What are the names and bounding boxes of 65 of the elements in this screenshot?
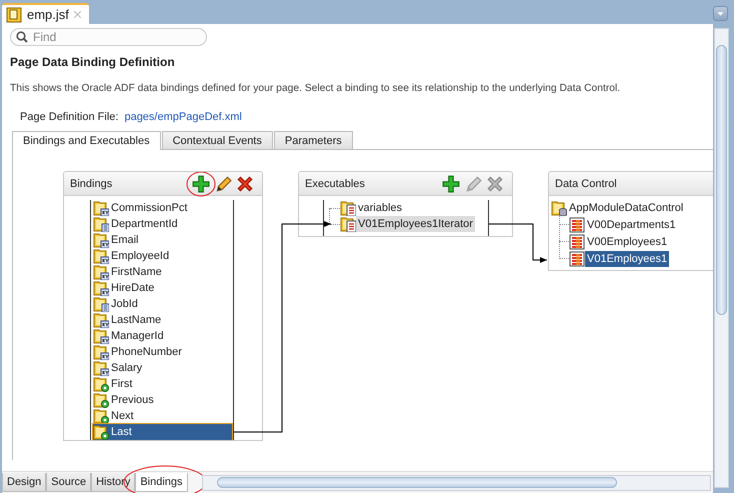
tab[interactable]: Parameters (274, 131, 353, 149)
field-label: Page Definition File: (20, 111, 118, 123)
table-icon (569, 216, 585, 232)
data-control-root[interactable]: AppModuleDataControl (567, 200, 686, 216)
binding-item[interactable]: DepartmentId (93, 216, 232, 232)
pencil-icon[interactable] (214, 174, 232, 192)
view-tab[interactable]: Source (46, 473, 92, 492)
page-heading: Page Data Binding Definition (10, 55, 176, 69)
table-icon (569, 234, 585, 250)
page-definition-link[interactable]: pages/empPageDef.xml (124, 111, 242, 123)
binding-item[interactable]: PhoneNumber (93, 344, 232, 360)
data-control-item[interactable]: V00Departments1 (585, 216, 678, 232)
tab-title: emp.jsf (27, 7, 69, 22)
binding-item[interactable]: First (93, 376, 232, 392)
add-icon[interactable] (192, 174, 210, 192)
binding-item[interactable]: Previous (93, 392, 232, 408)
data-control-item[interactable]: V01Employees1 (585, 250, 670, 266)
editor-tab[interactable]: emp.jsf (2, 3, 89, 24)
folder-page-icon (340, 200, 356, 216)
binding-item[interactable]: ManagerId (93, 328, 232, 344)
binding-item[interactable]: FirstName (93, 264, 232, 280)
folder-page-icon (340, 216, 356, 232)
executable-item[interactable]: V01Employees1Iterator (356, 216, 475, 232)
description-text: This shows the Oracle ADF data bindings defined for your page. Select a binding to see its relationship to the underlying Data Control. (10, 83, 622, 94)
table-icon (569, 250, 585, 266)
binding-item[interactable]: HireDate (93, 280, 232, 296)
binding-item[interactable]: CommissionPct (93, 200, 232, 216)
search-icon (16, 31, 28, 43)
tab[interactable]: Bindings and Executables (12, 131, 161, 150)
page-icon (6, 6, 22, 22)
data-control-item[interactable]: V00Employees1 (585, 234, 670, 250)
add-icon[interactable] (442, 174, 460, 192)
view-tab[interactable]: Bindings (135, 473, 188, 492)
search-field[interactable]: Find (10, 28, 207, 46)
folder-xy-icon (93, 232, 109, 248)
binding-item[interactable]: JobId (93, 296, 232, 312)
binding-item[interactable]: Last (93, 424, 232, 440)
folder-gear-icon (93, 408, 109, 424)
view-tab[interactable]: Design (2, 473, 46, 492)
folder-xy-icon (93, 280, 109, 296)
panel-title: Data Control (555, 178, 618, 190)
folder-database-icon (551, 200, 567, 216)
folder-xy-icon (93, 344, 109, 360)
folder-gear-icon (93, 392, 109, 408)
tab[interactable]: Contextual Events (162, 131, 273, 149)
folder-xy-icon (93, 312, 109, 328)
delete-icon[interactable] (236, 174, 254, 192)
binding-item[interactable]: Salary (93, 360, 232, 376)
folder-xy-icon (93, 200, 109, 216)
executable-item[interactable]: variables (356, 200, 404, 216)
binding-item[interactable]: EmployeeId (93, 248, 232, 264)
dropdown-icon[interactable] (713, 6, 728, 21)
binding-item[interactable]: Email (93, 232, 232, 248)
binding-item[interactable]: LastName (93, 312, 232, 328)
folder-gear-icon (93, 376, 109, 392)
folder-xy-icon (93, 264, 109, 280)
folder-list-icon (93, 216, 109, 232)
connector-arrow (488, 224, 548, 263)
close-icon[interactable] (74, 11, 81, 18)
folder-list-icon (93, 296, 109, 312)
panel-title: Executables (305, 178, 366, 190)
folder-xy-icon (93, 248, 109, 264)
panel-title: Bindings (70, 178, 114, 190)
folder-xy-icon (93, 328, 109, 344)
folder-xy-icon (93, 360, 109, 376)
